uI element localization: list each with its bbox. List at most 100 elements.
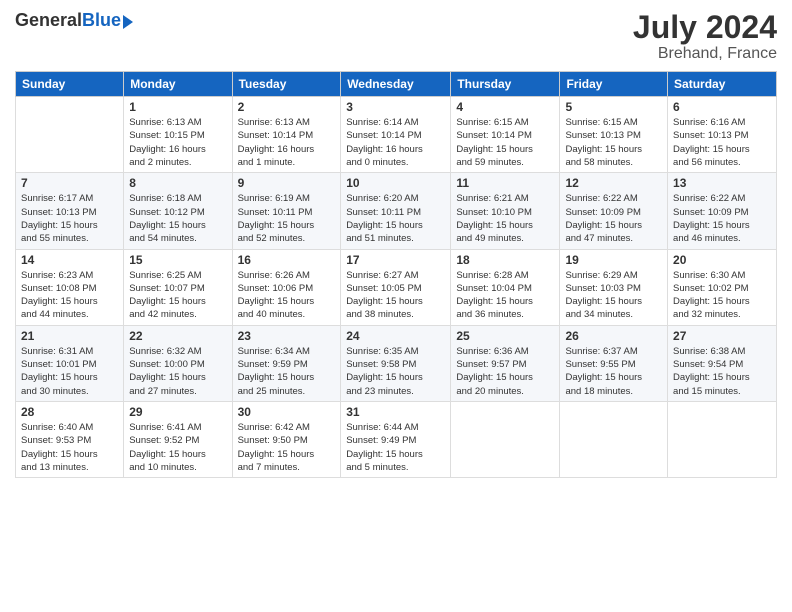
day-info: Sunrise: 6:17 AM Sunset: 10:13 PM Daylig… — [21, 192, 118, 245]
day-info: Sunrise: 6:35 AM Sunset: 9:58 PM Dayligh… — [346, 345, 445, 398]
day-number: 31 — [346, 405, 445, 419]
day-info: Sunrise: 6:38 AM Sunset: 9:54 PM Dayligh… — [673, 345, 771, 398]
calendar-cell — [560, 401, 668, 477]
day-number: 9 — [238, 176, 336, 190]
calendar-cell: 22 Sunrise: 6:32 AM Sunset: 10:00 PM Dayl… — [124, 325, 232, 401]
day-number: 23 — [238, 329, 336, 343]
day-info: Sunrise: 6:15 AM Sunset: 10:14 PM Daylig… — [456, 116, 554, 169]
day-info: Sunrise: 6:22 AM Sunset: 10:09 PM Daylig… — [673, 192, 771, 245]
calendar-week-row: 28Sunrise: 6:40 AM Sunset: 9:53 PM Dayli… — [16, 401, 777, 477]
day-number: 18 — [456, 253, 554, 267]
calendar-cell: 30 Sunrise: 6:42 AM Sunset: 9:50 PM Dayli… — [232, 401, 341, 477]
day-info: Sunrise: 6:21 AM Sunset: 10:10 PM Daylig… — [456, 192, 554, 245]
day-number: 2 — [238, 100, 336, 114]
calendar-cell: 7 Sunrise: 6:17 AM Sunset: 10:13 PM Dayli… — [16, 173, 124, 249]
day-info: Sunrise: 6:15 AM Sunset: 10:13 PM Daylig… — [565, 116, 662, 169]
day-number: 7 — [21, 176, 118, 190]
day-info: Sunrise: 6:19 AM Sunset: 10:11 PM Daylig… — [238, 192, 336, 245]
calendar-header-row: Sunday Monday Tuesday Wednesday Thursday… — [16, 72, 777, 97]
col-thursday: Thursday — [451, 72, 560, 97]
col-tuesday: Tuesday — [232, 72, 341, 97]
calendar-cell: 26 Sunrise: 6:37 AM Sunset: 9:55 PM Dayli… — [560, 325, 668, 401]
day-info: Sunrise: 6:26 AM Sunset: 10:06 PM Daylig… — [238, 269, 336, 322]
day-info: Sunrise: 6:37 AM Sunset: 9:55 PM Dayligh… — [565, 345, 662, 398]
day-info: Sunrise: 6:36 AM Sunset: 9:57 PM Dayligh… — [456, 345, 554, 398]
day-number: 19 — [565, 253, 662, 267]
calendar-week-row: 14 Sunrise: 6:23 AM Sunset: 10:08 PM Dayl… — [16, 249, 777, 325]
calendar-cell: 6Sunrise: 6:16 AM Sunset: 10:13 PM Dayli… — [668, 97, 777, 173]
day-number: 6 — [673, 100, 771, 114]
day-info: Sunrise: 6:18 AM Sunset: 10:12 PM Daylig… — [129, 192, 226, 245]
day-number: 26 — [565, 329, 662, 343]
day-info: Sunrise: 6:31 AM Sunset: 10:01 PM Daylig… — [21, 345, 118, 398]
col-sunday: Sunday — [16, 72, 124, 97]
day-info: Sunrise: 6:30 AM Sunset: 10:02 PM Daylig… — [673, 269, 771, 322]
calendar-cell: 15 Sunrise: 6:25 AM Sunset: 10:07 PM Dayl… — [124, 249, 232, 325]
day-number: 22 — [129, 329, 226, 343]
day-info: Sunrise: 6:13 AM Sunset: 10:14 PM Daylig… — [238, 116, 336, 169]
day-info: Sunrise: 6:22 AM Sunset: 10:09 PM Daylig… — [565, 192, 662, 245]
calendar-cell: 8 Sunrise: 6:18 AM Sunset: 10:12 PM Dayli… — [124, 173, 232, 249]
day-info: Sunrise: 6:29 AM Sunset: 10:03 PM Daylig… — [565, 269, 662, 322]
calendar-cell: 9 Sunrise: 6:19 AM Sunset: 10:11 PM Dayli… — [232, 173, 341, 249]
calendar-cell: 20 Sunrise: 6:30 AM Sunset: 10:02 PM Dayl… — [668, 249, 777, 325]
calendar-cell: 29Sunrise: 6:41 AM Sunset: 9:52 PM Dayli… — [124, 401, 232, 477]
logo-blue: Blue — [82, 10, 121, 31]
day-info: Sunrise: 6:28 AM Sunset: 10:04 PM Daylig… — [456, 269, 554, 322]
calendar-cell: 21 Sunrise: 6:31 AM Sunset: 10:01 PM Dayl… — [16, 325, 124, 401]
col-saturday: Saturday — [668, 72, 777, 97]
day-number: 25 — [456, 329, 554, 343]
day-info: Sunrise: 6:25 AM Sunset: 10:07 PM Daylig… — [129, 269, 226, 322]
day-number: 27 — [673, 329, 771, 343]
calendar-cell: 19 Sunrise: 6:29 AM Sunset: 10:03 PM Dayl… — [560, 249, 668, 325]
calendar-cell — [451, 401, 560, 477]
day-number: 28 — [21, 405, 118, 419]
day-number: 20 — [673, 253, 771, 267]
day-number: 14 — [21, 253, 118, 267]
day-number: 10 — [346, 176, 445, 190]
calendar-cell: 3 Sunrise: 6:14 AM Sunset: 10:14 PM Dayli… — [341, 97, 451, 173]
calendar-cell: 16Sunrise: 6:26 AM Sunset: 10:06 PM Dayl… — [232, 249, 341, 325]
day-number: 4 — [456, 100, 554, 114]
col-monday: Monday — [124, 72, 232, 97]
calendar-week-row: 7 Sunrise: 6:17 AM Sunset: 10:13 PM Dayli… — [16, 173, 777, 249]
day-number: 24 — [346, 329, 445, 343]
day-number: 5 — [565, 100, 662, 114]
month-title: July 2024 — [633, 10, 777, 45]
calendar-cell: 4 Sunrise: 6:15 AM Sunset: 10:14 PM Dayli… — [451, 97, 560, 173]
title-block: July 2024 Brehand, France — [633, 10, 777, 63]
calendar-cell — [668, 401, 777, 477]
calendar-cell: 12 Sunrise: 6:22 AM Sunset: 10:09 PM Dayl… — [560, 173, 668, 249]
day-number: 12 — [565, 176, 662, 190]
day-info: Sunrise: 6:44 AM Sunset: 9:49 PM Dayligh… — [346, 421, 445, 474]
day-number: 3 — [346, 100, 445, 114]
calendar-week-row: 1 Sunrise: 6:13 AM Sunset: 10:15 PM Dayli… — [16, 97, 777, 173]
day-number: 15 — [129, 253, 226, 267]
calendar-cell: 17 Sunrise: 6:27 AM Sunset: 10:05 PM Dayl… — [341, 249, 451, 325]
calendar-cell — [16, 97, 124, 173]
calendar-cell: 5 Sunrise: 6:15 AM Sunset: 10:13 PM Dayli… — [560, 97, 668, 173]
calendar-cell: 1 Sunrise: 6:13 AM Sunset: 10:15 PM Dayli… — [124, 97, 232, 173]
calendar-cell: 24 Sunrise: 6:35 AM Sunset: 9:58 PM Dayli… — [341, 325, 451, 401]
day-info: Sunrise: 6:23 AM Sunset: 10:08 PM Daylig… — [21, 269, 118, 322]
day-info: Sunrise: 6:32 AM Sunset: 10:00 PM Daylig… — [129, 345, 226, 398]
day-number: 17 — [346, 253, 445, 267]
day-info: Sunrise: 6:27 AM Sunset: 10:05 PM Daylig… — [346, 269, 445, 322]
day-info: Sunrise: 6:42 AM Sunset: 9:50 PM Dayligh… — [238, 421, 336, 474]
calendar-cell: 31 Sunrise: 6:44 AM Sunset: 9:49 PM Dayli… — [341, 401, 451, 477]
logo-general: General — [15, 10, 82, 31]
col-friday: Friday — [560, 72, 668, 97]
day-number: 1 — [129, 100, 226, 114]
day-info: Sunrise: 6:41 AM Sunset: 9:52 PM Dayligh… — [129, 421, 226, 474]
day-info: Sunrise: 6:13 AM Sunset: 10:15 PM Daylig… — [129, 116, 226, 169]
calendar-cell: 13Sunrise: 6:22 AM Sunset: 10:09 PM Dayl… — [668, 173, 777, 249]
calendar-cell: 11Sunrise: 6:21 AM Sunset: 10:10 PM Dayl… — [451, 173, 560, 249]
day-number: 8 — [129, 176, 226, 190]
calendar-cell: 10Sunrise: 6:20 AM Sunset: 10:11 PM Dayl… — [341, 173, 451, 249]
day-info: Sunrise: 6:14 AM Sunset: 10:14 PM Daylig… — [346, 116, 445, 169]
calendar-week-row: 21 Sunrise: 6:31 AM Sunset: 10:01 PM Dayl… — [16, 325, 777, 401]
day-number: 30 — [238, 405, 336, 419]
logo-arrow-icon — [123, 15, 133, 29]
day-number: 21 — [21, 329, 118, 343]
calendar-cell: 27 Sunrise: 6:38 AM Sunset: 9:54 PM Dayli… — [668, 325, 777, 401]
